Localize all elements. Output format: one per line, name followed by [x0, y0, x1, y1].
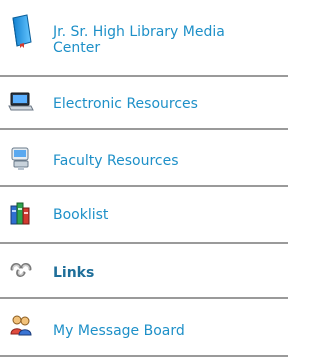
sidebar-nav: Jr. Sr. High Library Media Center Electr…: [0, 0, 288, 360]
laptop-icon: [8, 89, 34, 115]
nav-item-booklist[interactable]: Booklist: [0, 192, 288, 232]
people-icon: [8, 312, 34, 338]
divider: [0, 128, 288, 130]
nav-item-library-media-center[interactable]: Jr. Sr. High Library Media Center: [0, 0, 288, 68]
chain-link-icon: [8, 257, 34, 283]
nav-item-label: Electronic Resources: [53, 96, 198, 112]
divider: [0, 355, 288, 357]
computer-icon: [8, 146, 34, 172]
book-icon: [8, 14, 34, 48]
nav-item-label: My Message Board: [53, 323, 185, 339]
divider: [0, 185, 288, 187]
nav-item-label: Faculty Resources: [53, 153, 179, 169]
books-icon: [8, 200, 34, 226]
nav-item-faculty-resources[interactable]: Faculty Resources: [0, 138, 288, 178]
nav-item-label: Links: [53, 265, 95, 281]
nav-item-label: Booklist: [53, 207, 109, 223]
nav-item-electronic-resources[interactable]: Electronic Resources: [0, 82, 288, 122]
nav-item-label-line1: Jr. Sr. High Library Media: [53, 24, 225, 40]
nav-item-label-line2: Center: [53, 40, 101, 56]
nav-item-message-board[interactable]: My Message Board: [0, 303, 288, 347]
divider: [0, 297, 288, 299]
divider: [0, 75, 288, 77]
divider: [0, 242, 288, 244]
nav-item-links[interactable]: Links: [0, 248, 288, 288]
